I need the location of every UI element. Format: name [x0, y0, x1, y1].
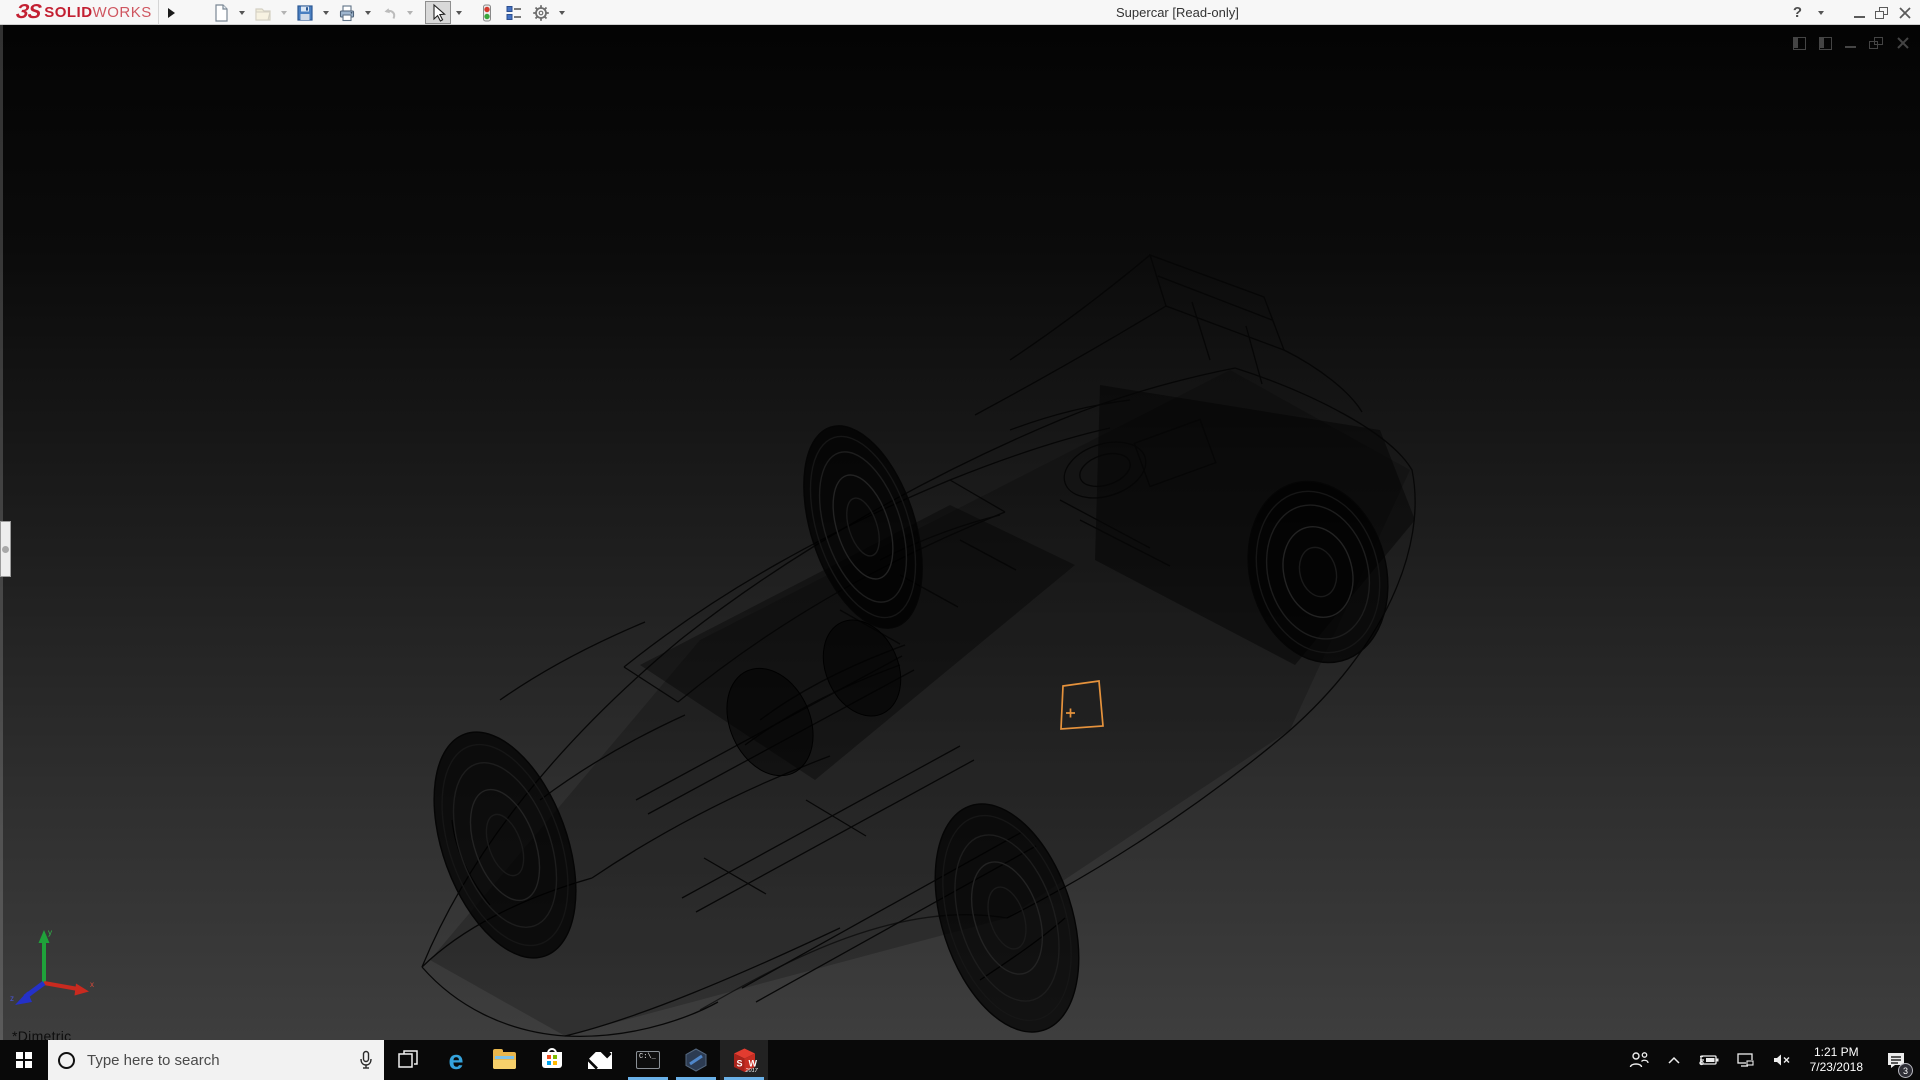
- window-controls: ?: [1791, 0, 1912, 25]
- action-center-button[interactable]: 3: [1876, 1040, 1916, 1080]
- people-icon: [1628, 1051, 1650, 1069]
- titlebar: ЗS SOLID WORKS: [0, 0, 1920, 25]
- options-dropdown[interactable]: [559, 11, 565, 15]
- expand-panel-icon: [2, 546, 9, 553]
- store-icon: [542, 1052, 562, 1068]
- new-document-dropdown[interactable]: [239, 11, 245, 15]
- microphone-icon[interactable]: [358, 1050, 374, 1070]
- system-tray: 1:21 PM 7/23/2018 3: [1623, 1040, 1920, 1080]
- select-button[interactable]: [425, 1, 451, 24]
- rebuild-traffic-light-icon: [477, 3, 497, 23]
- file-explorer-button[interactable]: [480, 1040, 528, 1080]
- windows-logo-icon: [16, 1052, 32, 1068]
- display-pane-right-icon[interactable]: [1819, 37, 1832, 50]
- undo-button[interactable]: [376, 1, 402, 24]
- save-dropdown[interactable]: [323, 11, 329, 15]
- file-explorer-icon: [493, 1052, 516, 1069]
- windows-taskbar: e C:\_ SW 2017: [0, 1040, 1920, 1080]
- svg-text:y: y: [48, 928, 52, 937]
- display-pane-left-icon[interactable]: [1793, 37, 1806, 50]
- task-view-button[interactable]: [384, 1040, 432, 1080]
- store-button[interactable]: [528, 1040, 576, 1080]
- help-button[interactable]: ?: [1791, 4, 1804, 21]
- svg-text:z: z: [10, 994, 14, 1003]
- edge-icon: e: [448, 1047, 463, 1074]
- network-icon: [1736, 1052, 1756, 1068]
- quick-access-toolbar: [208, 0, 569, 25]
- cortana-icon: [58, 1052, 75, 1069]
- clock[interactable]: 1:21 PM 7/23/2018: [1803, 1040, 1870, 1080]
- orientation-triad[interactable]: y x z: [6, 923, 98, 1015]
- solidworks-logo-mark: ЗS: [14, 1, 41, 24]
- composer-button[interactable]: [672, 1040, 720, 1080]
- clock-time: 1:21 PM: [1810, 1045, 1863, 1060]
- clock-date: 7/23/2018: [1810, 1060, 1863, 1075]
- edge-button[interactable]: e: [432, 1040, 480, 1080]
- mail-icon: [588, 1052, 612, 1069]
- graphics-area[interactable]: y x z *Dimetric: [0, 25, 1920, 1040]
- help-dropdown[interactable]: [1818, 11, 1824, 15]
- solidworks-logo: ЗS SOLID WORKS: [16, 1, 152, 24]
- close-button[interactable]: [1898, 6, 1912, 20]
- document-window-controls: [1793, 36, 1910, 50]
- notification-badge: 3: [1898, 1063, 1913, 1078]
- undo-dropdown[interactable]: [407, 11, 413, 15]
- rebuild-button[interactable]: [474, 1, 500, 24]
- battery-button[interactable]: [1693, 1040, 1725, 1080]
- composer-hexagon-icon: [683, 1047, 709, 1073]
- search-input[interactable]: [87, 1052, 346, 1069]
- print-button[interactable]: [334, 1, 360, 24]
- solidworks-2017-button[interactable]: SW 2017: [720, 1040, 768, 1080]
- task-view-icon: [397, 1049, 419, 1071]
- select-dropdown[interactable]: [456, 11, 462, 15]
- gear-icon: [531, 3, 551, 23]
- svg-text:2017: 2017: [744, 1068, 758, 1074]
- document-minimize-button[interactable]: [1845, 46, 1856, 49]
- print-dropdown[interactable]: [365, 11, 371, 15]
- taskbar-search[interactable]: [48, 1040, 384, 1080]
- new-document-icon: [211, 3, 231, 23]
- start-button[interactable]: [0, 1040, 48, 1080]
- battery-charging-icon: [1698, 1053, 1720, 1067]
- file-properties-button[interactable]: [501, 1, 527, 24]
- file-properties-icon: [504, 3, 524, 23]
- network-button[interactable]: [1731, 1040, 1761, 1080]
- document-close-button[interactable]: [1896, 36, 1910, 50]
- select-cursor-icon: [428, 3, 448, 23]
- open-dropdown[interactable]: [281, 11, 287, 15]
- open-folder-icon: [253, 3, 273, 23]
- solidworks-2017-icon: SW 2017: [731, 1047, 758, 1074]
- view-orientation-label: *Dimetric: [12, 1028, 71, 1040]
- window-title: Supercar [Read-only]: [1116, 5, 1239, 20]
- mail-button[interactable]: [576, 1040, 624, 1080]
- svg-text:x: x: [90, 980, 94, 989]
- speaker-muted-icon: [1772, 1052, 1792, 1068]
- save-button[interactable]: [292, 1, 318, 24]
- undo-icon: [379, 3, 399, 23]
- svg-text:SW: SW: [736, 1058, 758, 1068]
- print-icon: [337, 3, 357, 23]
- chevron-up-icon: [1666, 1054, 1682, 1066]
- menu-expand-arrow[interactable]: [163, 4, 179, 21]
- minimize-button[interactable]: [1854, 16, 1865, 18]
- command-prompt-button[interactable]: C:\_: [624, 1040, 672, 1080]
- save-icon: [295, 3, 315, 23]
- new-document-button[interactable]: [208, 1, 234, 24]
- feature-manager-collapsed-tab[interactable]: [0, 521, 11, 577]
- options-button[interactable]: [528, 1, 554, 24]
- restore-button[interactable]: [1875, 7, 1888, 19]
- open-button[interactable]: [250, 1, 276, 24]
- volume-button[interactable]: [1767, 1040, 1797, 1080]
- hidden-icons-button[interactable]: [1661, 1040, 1687, 1080]
- divider: [158, 0, 159, 25]
- document-restore-button[interactable]: [1869, 37, 1883, 49]
- people-button[interactable]: [1623, 1040, 1655, 1080]
- command-prompt-icon: C:\_: [636, 1051, 660, 1069]
- car-wireframe: [0, 25, 1920, 1040]
- right-triangle-icon: [168, 8, 175, 18]
